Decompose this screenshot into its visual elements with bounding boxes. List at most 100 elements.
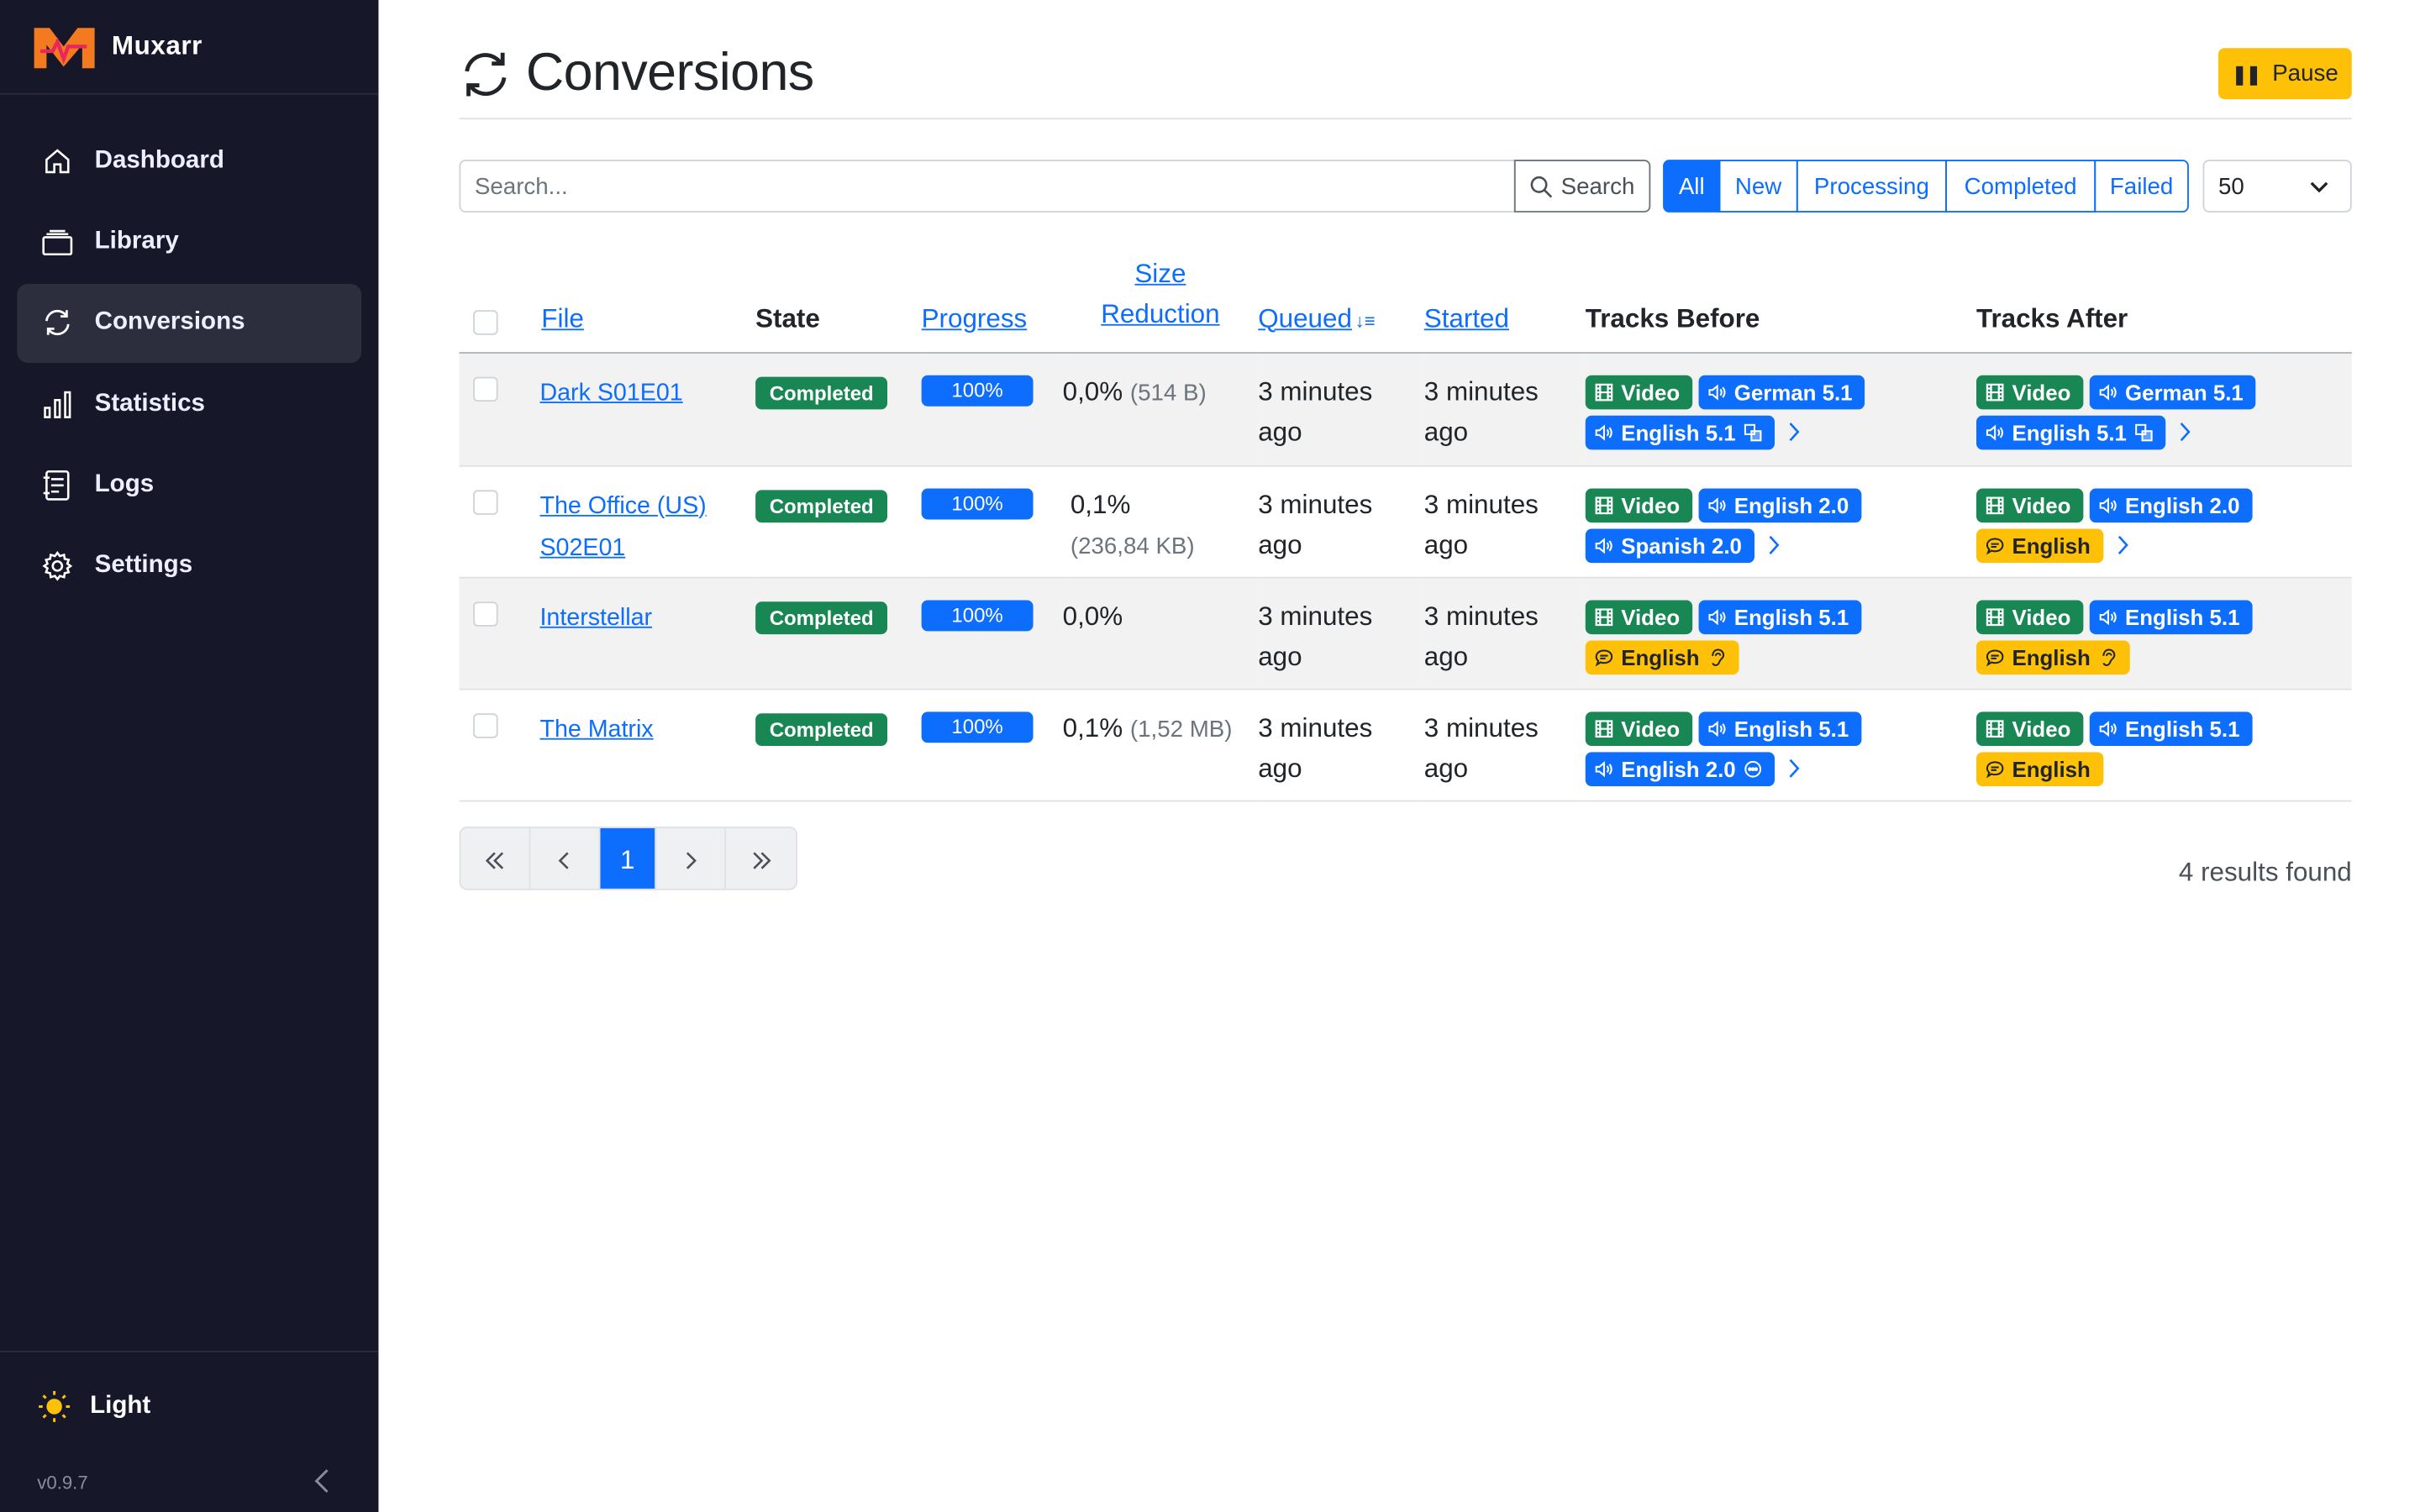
volume-icon	[1595, 760, 1612, 777]
volume-icon	[1595, 423, 1612, 440]
track-label: German 5.1	[1733, 379, 1853, 404]
sidebar-item-settings[interactable]: Settings	[17, 528, 361, 606]
page-1-button[interactable]: 1	[600, 827, 656, 889]
track-badge-video: Video	[1976, 374, 2084, 409]
chevron-left-icon	[558, 851, 569, 869]
started-time: 3 minutes	[1423, 375, 1539, 406]
size-reduction-percent: 0,1%	[1062, 712, 1123, 743]
sidebar-item-label: Conversions	[94, 308, 245, 336]
sidebar-item-library[interactable]: Library	[17, 202, 361, 281]
sort-started-link[interactable]: Started	[1424, 303, 1509, 333]
filter-completed[interactable]: Completed	[1945, 160, 2096, 213]
queued-time: 3 minutes	[1258, 601, 1373, 631]
status-badge: Completed	[755, 601, 888, 634]
row-checkbox[interactable]	[473, 712, 498, 738]
track-badge-audio: Spanish 2.0	[1585, 528, 1754, 563]
sidebar-item-logs[interactable]: Logs	[17, 446, 361, 525]
sort-file-link[interactable]: File	[541, 303, 584, 333]
sidebar-footer: Light v0.9.7	[0, 1351, 379, 1494]
pagination: 1	[459, 827, 797, 890]
page-size-value: 50	[2218, 172, 2244, 200]
track-label: English 5.1	[2012, 419, 2127, 444]
progress-badge: 100%	[921, 374, 1034, 406]
prev-page-button[interactable]	[530, 827, 601, 889]
row-checkbox[interactable]	[473, 375, 498, 402]
file-name-line1: Interstellar	[539, 604, 653, 631]
sidebar-nav: Dashboard Library Conversions Statistics…	[0, 95, 378, 635]
track-badge-audio: English 2.0	[2089, 487, 2253, 522]
sort-progress-link[interactable]: Progress	[922, 303, 1028, 333]
queued-time: 3 minutes	[1258, 489, 1373, 519]
track-label: Video	[1621, 604, 1681, 629]
page-title: Conversions	[459, 43, 814, 104]
select-all-checkbox[interactable]	[473, 309, 498, 334]
conversions-table: File State Progress Size Reduction Queued…	[459, 248, 2352, 801]
muxarr-logo-icon	[34, 28, 95, 69]
sidebar-item-dashboard[interactable]: Dashboard	[17, 121, 361, 200]
expand-tracks-button[interactable]	[1766, 528, 1781, 563]
filter-new[interactable]: New	[1718, 160, 1798, 213]
brand[interactable]: Muxarr	[0, 0, 379, 95]
expand-tracks-button[interactable]	[1787, 415, 1802, 449]
last-page-button[interactable]	[726, 828, 796, 889]
sort-queued-link[interactable]: Queued	[1258, 303, 1352, 333]
film-icon	[1595, 382, 1613, 401]
film-icon	[1986, 496, 2004, 514]
film-icon	[1986, 382, 2004, 401]
first-page-button[interactable]	[460, 827, 531, 889]
file-name-line2: S02E01	[539, 534, 626, 561]
sort-size-link[interactable]: Size Reduction	[1101, 258, 1219, 328]
expand-tracks-button[interactable]	[2115, 528, 2129, 563]
file-link[interactable]: The Office (US) S02E01	[539, 492, 706, 560]
collapse-sidebar-icon[interactable]	[310, 1467, 335, 1494]
progress-badge: 100%	[921, 599, 1034, 631]
table-row[interactable]: Dark S01E01 Completed 100% 0,0% (514 B) 3 mi…	[459, 352, 2352, 466]
table-row[interactable]: The Office (US) S02E01 Completed 100% 0,1% (2…	[459, 465, 2352, 578]
sidebar-item-label: Library	[94, 228, 179, 255]
track-label: German 5.1	[2125, 379, 2244, 404]
sidebar-item-conversions[interactable]: Conversions	[17, 283, 362, 363]
volume-icon	[1595, 537, 1612, 554]
theme-toggle[interactable]: Light	[0, 1352, 378, 1424]
track-badge-sub: English	[1976, 751, 2103, 786]
track-badge-audio: German 5.1	[2089, 374, 2256, 409]
expand-tracks-button[interactable]	[1787, 751, 1802, 785]
results-count: 4 results found	[2178, 857, 2352, 887]
track-label: Video	[2012, 379, 2071, 404]
track-list: Video English 5.1 English	[1585, 596, 1958, 675]
track-badge-video: Video	[1976, 711, 2084, 746]
pause-button[interactable]: ❚❚ Pause	[2218, 48, 2352, 100]
row-checkbox[interactable]	[473, 601, 498, 626]
track-badge-sub: English	[1585, 639, 1739, 675]
table-row[interactable]: Interstellar Completed 100% 0,0% 3 minutes ag…	[459, 576, 2352, 690]
file-link[interactable]: Dark S01E01	[539, 379, 682, 405]
size-reduction-bytes: (514 B)	[1129, 379, 1207, 406]
page-size-select[interactable]: 50	[2202, 160, 2352, 213]
search-button[interactable]: Search	[1513, 160, 1651, 213]
row-checkbox[interactable]	[473, 489, 498, 514]
filter-failed[interactable]: Failed	[2094, 160, 2189, 213]
search-input[interactable]: Search...	[459, 160, 1516, 213]
file-link[interactable]: The Matrix	[539, 716, 653, 742]
filter-all[interactable]: All	[1663, 160, 1721, 213]
expand-tracks-button[interactable]	[2178, 415, 2192, 449]
track-badge-sub: English	[1976, 639, 2129, 675]
next-page-button[interactable]	[656, 827, 726, 889]
size-reduction-percent: 0,0%	[1062, 601, 1123, 631]
track-label: Video	[1621, 379, 1681, 404]
track-badge-audio: English 5.1	[1976, 414, 2166, 449]
page-title-text: Conversions	[525, 43, 814, 102]
file-link[interactable]: Interstellar	[539, 604, 652, 630]
size-reduction-percent: 0,0%	[1062, 375, 1123, 406]
table-row[interactable]: The Matrix Completed 100% 0,1% (1,52 MB) 3 m…	[459, 688, 2352, 801]
filter-processing[interactable]: Processing	[1796, 160, 1947, 213]
sidebar-item-statistics[interactable]: Statistics	[17, 365, 361, 444]
pause-label: Pause	[2272, 60, 2338, 87]
translate-icon	[1744, 423, 1762, 441]
chevron-right-icon	[1789, 759, 1800, 778]
track-label: English 5.1	[1733, 716, 1849, 741]
track-list: Video German 5.1 English 5.1	[1585, 371, 1958, 449]
started-time: 3 minutes	[1423, 712, 1539, 743]
volume-icon	[2099, 496, 2117, 513]
track-badge-audio: English 5.1	[1585, 414, 1775, 449]
